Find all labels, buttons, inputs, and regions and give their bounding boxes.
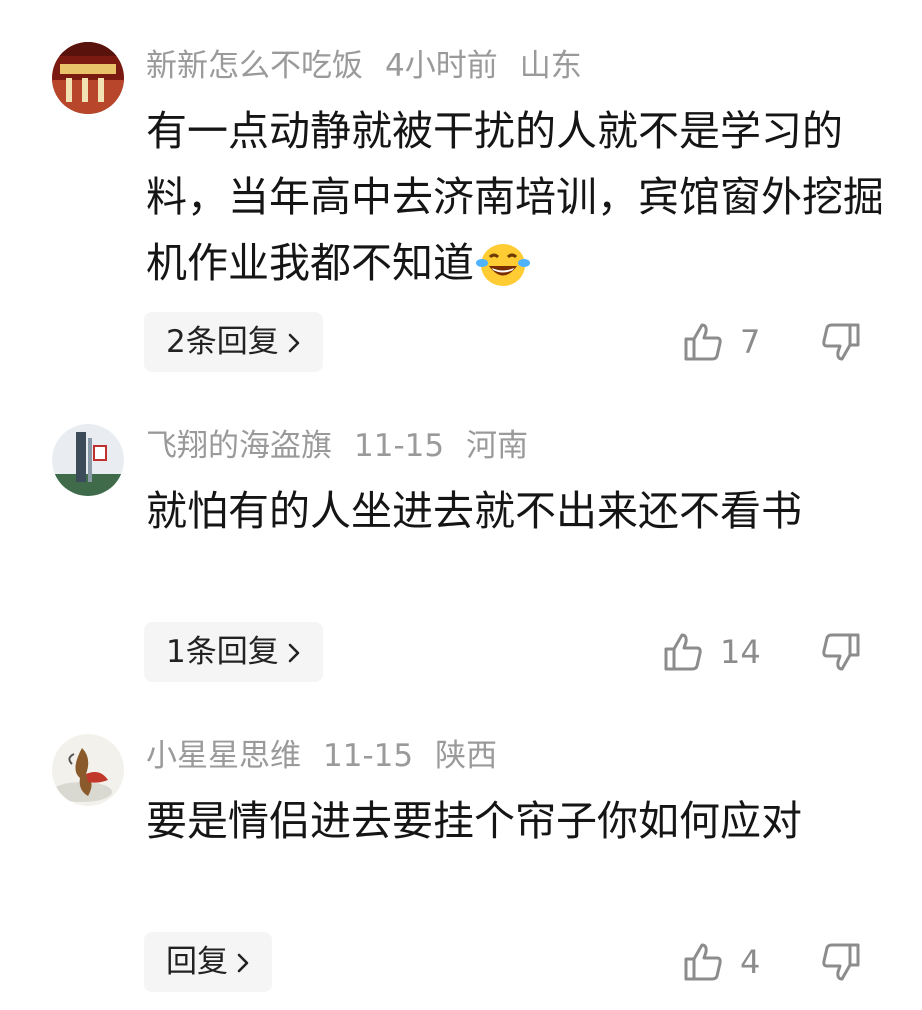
comment-text: 就怕有的人坐进去就不出来还不看书 (146, 478, 886, 544)
avatar[interactable] (52, 42, 124, 114)
reply-label: 回复 (166, 944, 228, 980)
thumbs-up-icon (664, 633, 702, 671)
like-button[interactable]: 4 (682, 932, 760, 992)
reply-label: 1条回复 (166, 634, 279, 670)
thumbs-up-icon (684, 943, 722, 981)
chevron-right-icon (287, 624, 301, 684)
username[interactable]: 新新怎么不吃饭 (146, 48, 363, 84)
username[interactable]: 小星星思维 (146, 738, 301, 774)
comment-text: 要是情侣进去要挂个帘子你如何应对 (146, 788, 886, 854)
location: 陕西 (435, 738, 498, 774)
location: 河南 (466, 428, 529, 464)
comment-body: 就怕有的人坐进去就不出来还不看书 (146, 487, 802, 535)
comment-meta: 小星星思维 11-15 陕西 (146, 736, 519, 776)
view-replies-button[interactable]: 1条回复 (144, 622, 323, 682)
reply-label: 2条回复 (166, 324, 279, 360)
dislike-button[interactable] (820, 622, 862, 682)
timestamp: 4小时前 (385, 48, 498, 84)
comment-meta: 新新怎么不吃饭 4小时前 山东 (146, 46, 604, 86)
timestamp: 11-15 (323, 738, 414, 774)
comment-meta: 飞翔的海盗旗 11-15 河南 (146, 426, 550, 466)
comment-body: 要是情侣进去要挂个帘子你如何应对 (146, 797, 802, 845)
like-count: 14 (720, 633, 761, 671)
username[interactable]: 飞翔的海盗旗 (146, 428, 332, 464)
thumbs-down-icon (822, 943, 860, 981)
dislike-button[interactable] (820, 932, 862, 992)
like-count: 7 (740, 323, 761, 361)
thumbs-down-icon (822, 633, 860, 671)
like-button[interactable]: 7 (682, 312, 760, 372)
avatar[interactable] (52, 734, 124, 806)
location: 山东 (519, 48, 582, 84)
timestamp: 11-15 (354, 428, 445, 464)
reply-button[interactable]: 回复 (144, 932, 272, 992)
like-button[interactable]: 14 (662, 622, 761, 682)
laughing-crying-emoji-icon (476, 240, 530, 306)
dislike-button[interactable] (820, 312, 862, 372)
comment-text: 有一点动静就被干扰的人就不是学习的料，当年高中去济南培训，宾馆窗外挖掘机作业我都… (146, 98, 886, 306)
chevron-right-icon (236, 934, 250, 994)
avatar[interactable] (52, 424, 124, 496)
view-replies-button[interactable]: 2条回复 (144, 312, 323, 372)
thumbs-up-icon (684, 323, 722, 361)
like-count: 4 (740, 943, 761, 981)
chevron-right-icon (287, 314, 301, 374)
thumbs-down-icon (822, 323, 860, 361)
